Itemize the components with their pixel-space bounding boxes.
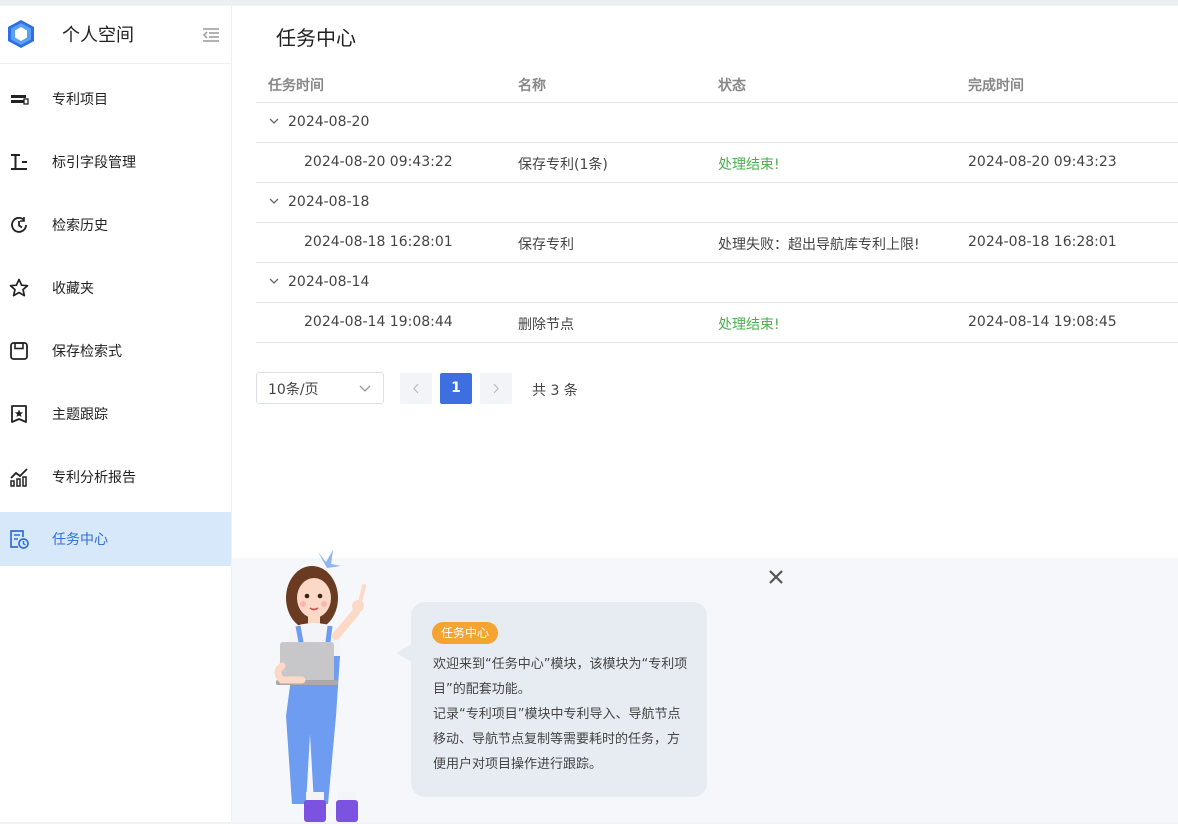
table-row: 2024-08-14 19:08:44 删除节点 处理结束! 2024-08-1… xyxy=(256,303,1178,343)
close-icon[interactable] xyxy=(768,569,784,585)
sidebar-item-label: 标引字段管理 xyxy=(52,152,136,172)
finish-time-cell: 2024-08-18 16:28:01 xyxy=(968,234,1117,250)
date-group-row[interactable]: 2024-08-20 xyxy=(256,103,1178,143)
table-row: 2024-08-20 09:43:22 保存专利(1条) 处理结束! 2024-… xyxy=(256,143,1178,183)
task-time-cell: 2024-08-18 16:28:01 xyxy=(304,234,453,250)
table-row: 2024-08-18 16:28:01 保存专利 处理失败：超出导航库专利上限!… xyxy=(256,223,1178,263)
group-date: 2024-08-18 xyxy=(288,194,369,210)
guide-character-illustration xyxy=(260,546,386,824)
sidebar-item-patent-project[interactable]: 专利项目 xyxy=(0,72,231,126)
sidebar-item-label: 专利项目 xyxy=(52,89,108,109)
task-time-cell: 2024-08-14 19:08:44 xyxy=(304,314,453,330)
sidebar-item-analysis-report[interactable]: 专利分析报告 xyxy=(0,450,231,504)
star-icon xyxy=(8,277,30,299)
task-center-icon xyxy=(8,528,30,550)
chevron-right-icon xyxy=(480,373,512,404)
column-header-status: 状态 xyxy=(718,75,746,95)
task-time-cell: 2024-08-20 09:43:22 xyxy=(304,154,453,170)
speech-bubble-tail xyxy=(396,644,412,662)
main-panel: 任务中心 任务时间 名称 状态 完成时间 2024-08-20 2024-08-… xyxy=(232,6,1178,558)
task-table: 任务时间 名称 状态 完成时间 2024-08-20 2024-08-20 09… xyxy=(256,63,1178,343)
save-icon xyxy=(8,340,30,362)
brand-header: 个人空间 xyxy=(0,6,231,64)
sidebar-item-label: 保存检索式 xyxy=(52,341,122,361)
group-date: 2024-08-14 xyxy=(288,274,369,290)
next-page-button[interactable] xyxy=(480,373,512,404)
patent-project-icon xyxy=(8,88,30,110)
sidebar-item-label: 任务中心 xyxy=(52,529,108,549)
task-status-cell: 处理结束! xyxy=(718,154,780,174)
finish-time-cell: 2024-08-20 09:43:23 xyxy=(968,154,1117,170)
task-status-cell: 处理失败：超出导航库专利上限! xyxy=(718,234,920,254)
top-strip xyxy=(0,0,1178,5)
table-header: 任务时间 名称 状态 完成时间 xyxy=(256,63,1178,103)
sidebar-item-history[interactable]: 检索历史 xyxy=(0,198,231,252)
sidebar-title: 个人空间 xyxy=(62,21,134,47)
sidebar-item-index-field[interactable]: 标引字段管理 xyxy=(0,135,231,189)
sidebar-item-topic-tracking[interactable]: 主题跟踪 xyxy=(0,387,231,441)
app-logo-icon xyxy=(6,19,36,49)
chevron-down-icon[interactable] xyxy=(268,275,280,287)
prev-page-button[interactable] xyxy=(400,373,432,404)
task-name-cell: 删除节点 xyxy=(518,314,574,334)
chart-report-icon xyxy=(8,466,30,488)
sidebar-item-label: 专利分析报告 xyxy=(52,467,136,487)
guide-paragraph: 欢迎来到“任务中心”模块，该模块为“专利项目”的配套功能。 xyxy=(433,652,691,702)
sidebar-item-label: 检索历史 xyxy=(52,215,108,235)
date-group-row[interactable]: 2024-08-18 xyxy=(256,183,1178,223)
index-field-icon xyxy=(8,151,30,173)
sidebar-item-label: 收藏夹 xyxy=(52,278,94,298)
sidebar: 个人空间 专利项目 标引字段管理 检索历史 收藏夹 xyxy=(0,6,232,822)
chevron-down-icon xyxy=(359,383,371,393)
guide-paragraph: 记录“专利项目”模块中专利导入、导航节点移动、导航节点复制等需要耗时的任务，方便… xyxy=(433,702,691,777)
sidebar-item-saved-query[interactable]: 保存检索式 xyxy=(0,324,231,378)
guide-tag: 任务中心 xyxy=(432,622,498,644)
collapse-menu-icon[interactable] xyxy=(201,27,221,43)
task-name-cell: 保存专利 xyxy=(518,234,574,254)
topic-track-icon xyxy=(8,403,30,425)
chevron-down-icon[interactable] xyxy=(268,115,280,127)
chevron-down-icon[interactable] xyxy=(268,195,280,207)
guide-speech-bubble: 任务中心 欢迎来到“任务中心”模块，该模块为“专利项目”的配套功能。 记录“专利… xyxy=(411,602,707,797)
guide-panel: 任务中心 欢迎来到“任务中心”模块，该模块为“专利项目”的配套功能。 记录“专利… xyxy=(232,558,1178,822)
task-status-cell: 处理结束! xyxy=(718,314,780,334)
column-header-name: 名称 xyxy=(518,75,546,95)
page-title: 任务中心 xyxy=(276,22,356,51)
sidebar-item-favorites[interactable]: 收藏夹 xyxy=(0,261,231,315)
sidebar-item-task-center[interactable]: 任务中心 xyxy=(0,512,231,566)
finish-time-cell: 2024-08-14 19:08:45 xyxy=(968,314,1117,330)
page-button-current[interactable]: 1 xyxy=(440,373,472,404)
page-size-select[interactable]: 10条/页 xyxy=(256,372,384,404)
column-header-task-time: 任务时间 xyxy=(268,75,324,95)
page-size-value: 10条/页 xyxy=(268,379,319,399)
guide-text: 欢迎来到“任务中心”模块，该模块为“专利项目”的配套功能。 记录“专利项目”模块… xyxy=(433,652,691,777)
column-header-finish-time: 完成时间 xyxy=(968,75,1024,95)
chevron-left-icon xyxy=(400,373,432,404)
task-name-cell: 保存专利(1条) xyxy=(518,154,608,174)
history-icon xyxy=(8,214,30,236)
group-date: 2024-08-20 xyxy=(288,114,369,130)
sidebar-item-label: 主题跟踪 xyxy=(52,404,108,424)
date-group-row[interactable]: 2024-08-14 xyxy=(256,263,1178,303)
total-count: 共 3 条 xyxy=(532,380,578,400)
